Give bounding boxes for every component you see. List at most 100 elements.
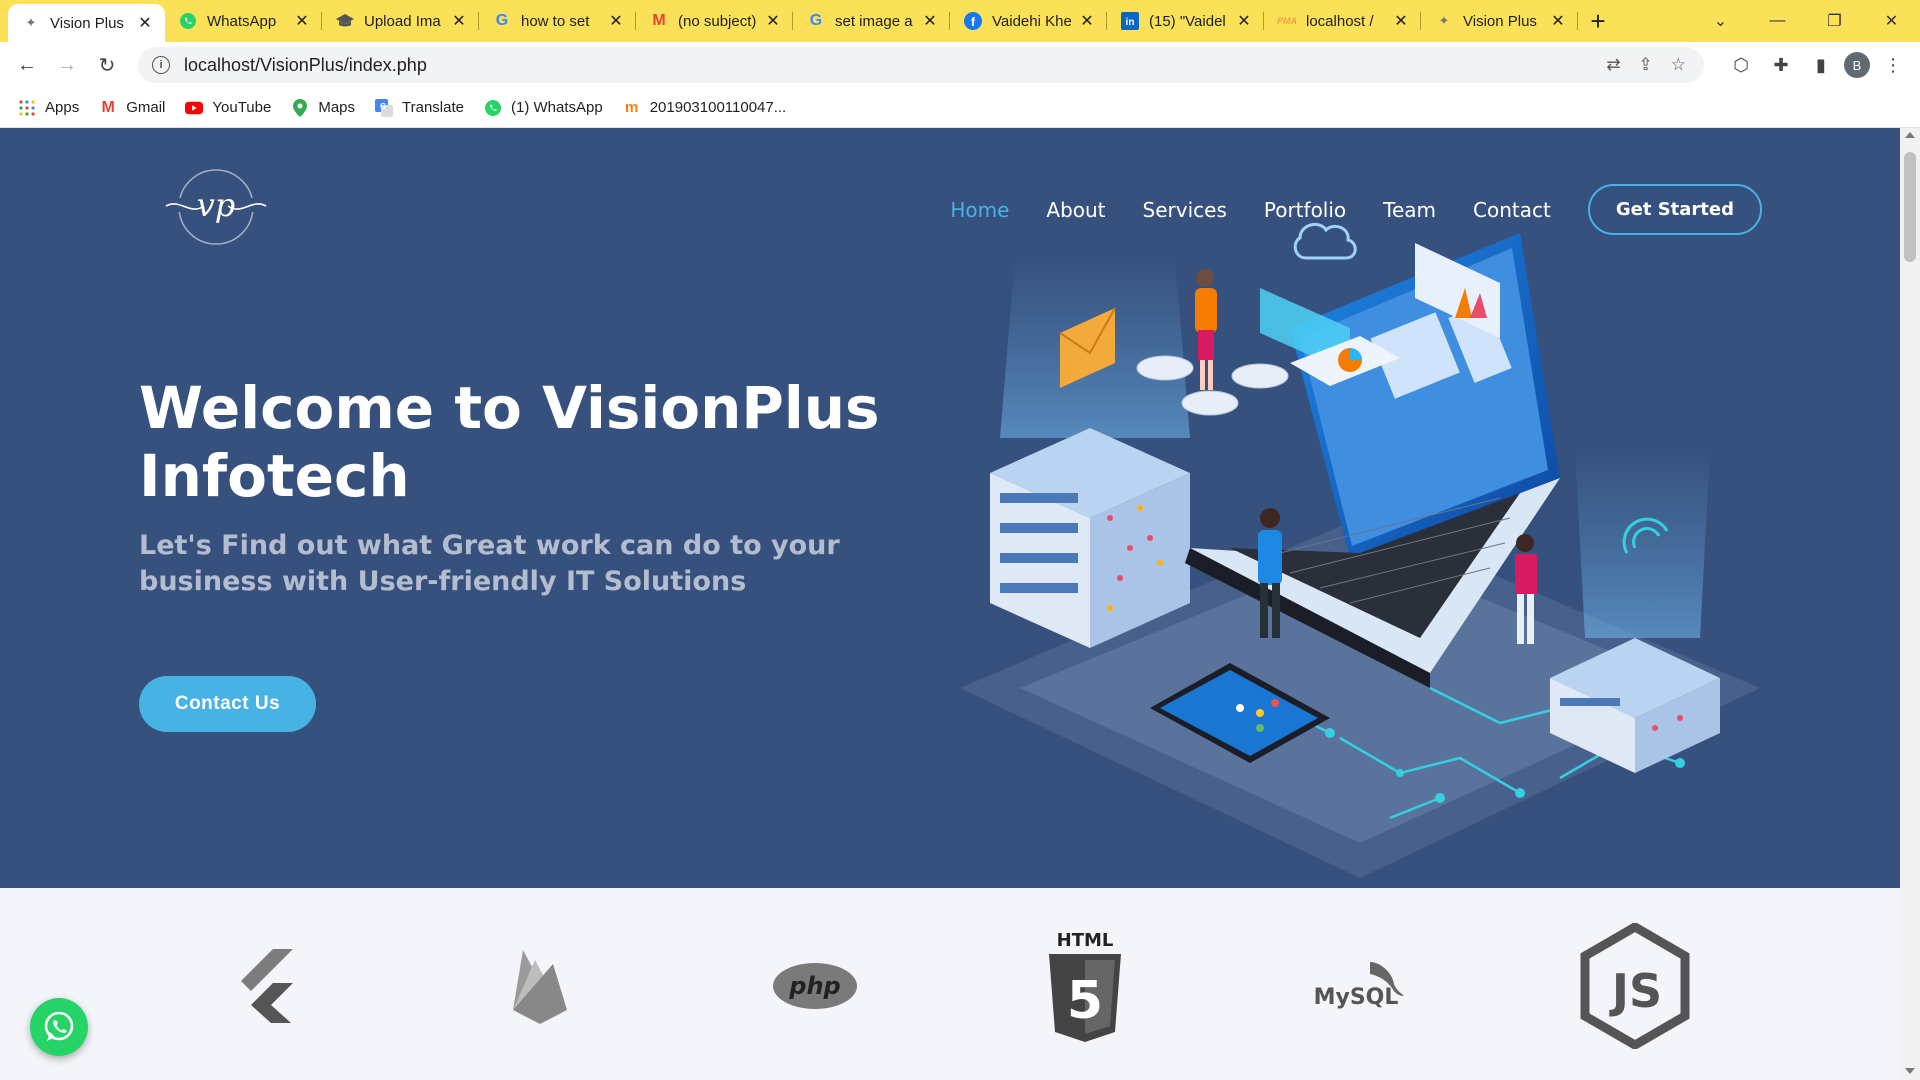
- scroll-up-arrow-icon[interactable]: [1905, 132, 1915, 138]
- svg-text:vp: vp: [197, 186, 236, 224]
- minimize-button[interactable]: —: [1749, 0, 1806, 42]
- tab-vision-plus[interactable]: ✦ Vision Plus ✕: [8, 4, 165, 42]
- bookmark-label: Gmail: [126, 99, 166, 116]
- youtube-icon: [185, 99, 204, 117]
- html5-logo: HTML 5: [1040, 916, 1130, 1056]
- flutter-logo: [220, 916, 310, 1056]
- gmail-icon: M: [101, 98, 115, 116]
- extensions-puzzle-icon[interactable]: ✚: [1764, 48, 1798, 82]
- tab-vision-plus-2[interactable]: ✦ Vision Plus ✕: [1421, 0, 1578, 42]
- translate-page-icon[interactable]: ⇄: [1606, 55, 1620, 75]
- bookmark-label: Translate: [402, 99, 464, 116]
- vp-favicon-icon: ✦: [25, 15, 37, 30]
- tab-title: how to set: [521, 12, 590, 30]
- bookmark-youtube[interactable]: YouTube: [185, 99, 271, 117]
- tab-title: Vision Plus: [50, 14, 124, 32]
- bookmarks-bar: Apps M Gmail YouTube Maps G Translate (1…: [0, 88, 1920, 128]
- page-viewport: vp Home About Services Portfolio Team Co…: [0, 128, 1900, 1080]
- whatsapp-floating-button[interactable]: [30, 998, 88, 1056]
- close-tab-icon[interactable]: ✕: [1391, 11, 1411, 31]
- bookmark-label: (1) WhatsApp: [511, 99, 603, 116]
- tab-set-image[interactable]: G set image a ✕: [793, 0, 950, 42]
- hero-section: vp Home About Services Portfolio Team Co…: [0, 128, 1900, 888]
- mysql-logo: MySQL: [1305, 916, 1415, 1056]
- back-button[interactable]: ←: [7, 45, 47, 85]
- tab-facebook[interactable]: f Vaidehi Khe ✕: [950, 0, 1107, 42]
- nodejs-logo: JS: [1575, 916, 1695, 1056]
- browser-tab-strip: ✦ Vision Plus ✕ WhatsApp ✕ Upload Ima ✕ …: [0, 0, 1920, 42]
- close-tab-icon[interactable]: ✕: [135, 13, 155, 33]
- close-tab-icon[interactable]: ✕: [1077, 11, 1097, 31]
- bookmark-apps[interactable]: Apps: [18, 99, 79, 117]
- close-tab-icon[interactable]: ✕: [763, 11, 783, 31]
- close-tab-icon[interactable]: ✕: [449, 11, 469, 31]
- maps-icon: [291, 98, 309, 117]
- tab-title: WhatsApp: [207, 12, 277, 30]
- restore-button[interactable]: ❐: [1806, 0, 1863, 42]
- forward-button[interactable]: →: [47, 45, 87, 85]
- firebase-logo: [495, 916, 585, 1056]
- bookmark-label: YouTube: [212, 99, 272, 116]
- tab-title: localhost /: [1306, 12, 1374, 30]
- scrollbar-thumb[interactable]: [1904, 152, 1916, 262]
- side-panel-icon[interactable]: ▮: [1804, 48, 1838, 82]
- profile-avatar[interactable]: B: [1844, 52, 1870, 78]
- translate-icon: G: [375, 98, 394, 117]
- tab-title: Vision Plus: [1463, 12, 1537, 30]
- tab-title: (15) "Vaidel: [1149, 12, 1226, 30]
- close-tab-icon[interactable]: ✕: [292, 11, 312, 31]
- html5-logo-text: HTML: [1057, 930, 1114, 951]
- tab-linkedin[interactable]: in (15) "Vaidel ✕: [1107, 0, 1264, 42]
- phpmyadmin-icon: PMA: [1277, 16, 1297, 26]
- hero-illustration: [960, 222, 1760, 878]
- whatsapp-icon: [179, 12, 197, 30]
- address-bar[interactable]: i localhost/VisionPlus/index.php ⇄ ⇪ ☆: [138, 47, 1704, 83]
- omnibox-actions: ⇄ ⇪ ☆: [1606, 47, 1686, 83]
- reload-button[interactable]: ↻: [87, 45, 127, 85]
- bookmark-label: Maps: [318, 99, 356, 116]
- tab-whatsapp[interactable]: WhatsApp ✕: [165, 0, 322, 42]
- visionplus-logo[interactable]: vp: [160, 164, 272, 250]
- close-tab-icon[interactable]: ✕: [920, 11, 940, 31]
- bookmark-maps[interactable]: Maps: [291, 98, 356, 117]
- new-tab-button[interactable]: +: [1578, 0, 1618, 42]
- tab-gmail[interactable]: M (no subject) ✕: [636, 0, 793, 42]
- moodle-icon: m: [625, 99, 639, 116]
- apps-grid-icon: [18, 99, 36, 117]
- close-window-button[interactable]: ✕: [1863, 0, 1920, 42]
- upload-icon: [336, 12, 354, 30]
- close-tab-icon[interactable]: ✕: [606, 11, 626, 31]
- bookmark-moodle[interactable]: m 201903100110047...: [623, 99, 786, 117]
- scroll-down-arrow-icon[interactable]: [1905, 1068, 1915, 1074]
- clients-section: php HTML 5 MySQL JS: [0, 888, 1900, 1080]
- share-icon[interactable]: ⇪: [1639, 55, 1653, 75]
- close-tab-icon[interactable]: ✕: [1548, 11, 1568, 31]
- tab-list: ✦ Vision Plus ✕ WhatsApp ✕ Upload Ima ✕ …: [0, 0, 1618, 42]
- tab-phpmyadmin[interactable]: PMA localhost / ✕: [1264, 0, 1421, 42]
- page-scrollbar[interactable]: [1900, 128, 1920, 1080]
- bookmark-translate[interactable]: G Translate: [375, 98, 464, 117]
- google-icon: G: [495, 12, 509, 29]
- menu-kebab-icon[interactable]: ⋮: [1876, 48, 1910, 82]
- whatsapp-icon: [44, 1011, 74, 1041]
- toolbar-extensions: ⬡ ✚ ▮ B ⋮: [1724, 45, 1910, 85]
- site-info-icon[interactable]: i: [152, 56, 170, 74]
- bookmark-gmail[interactable]: M Gmail: [99, 98, 166, 117]
- window-controls: ⌄ — ❐ ✕: [1692, 0, 1920, 42]
- mysql-logo-text: MySQL: [1314, 985, 1399, 1010]
- contact-us-button[interactable]: Contact Us: [139, 676, 316, 732]
- bookmark-whatsapp[interactable]: (1) WhatsApp: [484, 99, 603, 117]
- extension-cube-icon[interactable]: ⬡: [1724, 48, 1758, 82]
- google-icon: G: [809, 12, 823, 29]
- linkedin-icon: in: [1121, 12, 1139, 30]
- url-text[interactable]: localhost/VisionPlus/index.php: [184, 55, 427, 76]
- tab-upload-image[interactable]: Upload Ima ✕: [322, 0, 479, 42]
- tab-search-chevron-icon[interactable]: ⌄: [1692, 0, 1749, 42]
- close-tab-icon[interactable]: ✕: [1234, 11, 1254, 31]
- svg-text:5: 5: [1067, 971, 1103, 1031]
- tab-how-to-set[interactable]: G how to set ✕: [479, 0, 636, 42]
- tab-title: Vaidehi Khe: [992, 12, 1072, 30]
- svg-text:in: in: [1126, 17, 1135, 28]
- bookmark-star-icon[interactable]: ☆: [1671, 55, 1686, 75]
- tab-title: (no subject): [678, 12, 757, 30]
